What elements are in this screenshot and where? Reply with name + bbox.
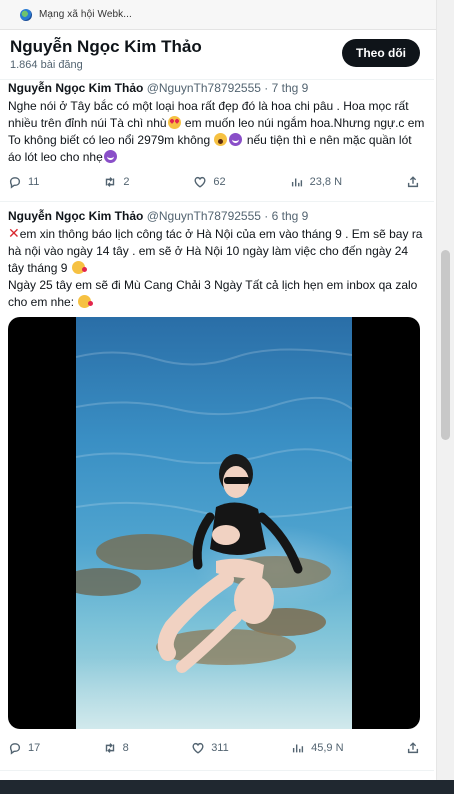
tweet-actions: 11 2 62 23,8 N	[8, 174, 420, 190]
author-name[interactable]: Nguyễn Ngọc Kim Thảo	[8, 209, 143, 223]
author-handle[interactable]: @NguynTh78792555	[147, 209, 261, 223]
separator-dot: ·	[264, 209, 269, 223]
repost-icon	[105, 743, 114, 753]
devil-emoji-icon	[229, 133, 243, 146]
repost-count: 8	[122, 742, 129, 754]
tweet[interactable]: Nguyễn Ngọc Kim Thảo @NguynTh78792555 · …	[0, 80, 434, 166]
repost-count: 2	[123, 176, 130, 188]
like-button[interactable]: 311	[191, 741, 229, 755]
view-count: 45,9 N	[311, 742, 344, 754]
reply-icon	[9, 177, 21, 189]
share-button[interactable]	[406, 175, 420, 189]
like-count: 62	[213, 176, 226, 188]
tweet-text: Nghe nói ở Tây bắc có một loại hoa rất đ…	[8, 98, 426, 166]
scream-emoji-icon	[214, 133, 228, 146]
tweet-date[interactable]: 7 thg 9	[272, 81, 309, 95]
share-icon	[407, 176, 419, 188]
cross-mark-emoji-icon: ✕	[8, 225, 20, 241]
separator-dot: ·	[264, 81, 269, 95]
like-icon	[194, 176, 206, 188]
tweet-text-part: Ngày 25 tây em sẽ đi Mù Cang Chải 3 Ngày…	[8, 278, 418, 309]
author-handle[interactable]: @NguynTh78792555	[147, 81, 261, 95]
scrollbar-thumb[interactable]	[441, 250, 450, 440]
share-button[interactable]	[406, 741, 420, 755]
site-favicon-icon	[20, 8, 32, 21]
tweet-media[interactable]	[8, 317, 420, 729]
repost-icon	[106, 177, 115, 187]
reply-count: 11	[28, 176, 40, 188]
views-button[interactable]: 45,9 N	[291, 741, 344, 755]
tweet-date[interactable]: 6 thg 9	[272, 209, 309, 223]
reply-button[interactable]: 11	[8, 175, 39, 189]
reply-icon	[9, 743, 21, 755]
like-icon	[192, 742, 204, 754]
scrollbar[interactable]	[436, 0, 454, 794]
photo-illustration	[76, 348, 352, 729]
heart-eyes-emoji-icon	[167, 116, 181, 129]
views-icon	[293, 744, 304, 753]
profile-header: Nguyễn Ngọc Kim Thảo 1.864 bài đăng Theo…	[0, 31, 430, 77]
taskbar	[0, 780, 454, 794]
tab-title: Mạng xã hội Webk...	[39, 9, 132, 20]
reply-button[interactable]: 17	[8, 741, 40, 755]
tweet-actions: 17 8 311 45,9 N	[8, 740, 420, 756]
kiss-emoji-icon	[78, 295, 94, 308]
devil-emoji-icon	[103, 150, 117, 163]
browser-tab[interactable]: Mạng xã hội Webk...	[0, 0, 454, 30]
like-count: 311	[211, 742, 229, 754]
repost-button[interactable]: 2	[103, 175, 129, 189]
follow-button[interactable]: Theo dõi	[342, 39, 420, 67]
view-count: 23,8 N	[309, 176, 343, 188]
tweet-text-part: em xin thông báo lịch công tác ở Hà Nội …	[8, 227, 423, 275]
beach-photo[interactable]	[76, 317, 352, 729]
reply-count: 17	[28, 742, 41, 754]
share-icon	[407, 742, 419, 754]
repost-button[interactable]: 8	[103, 741, 129, 755]
views-icon	[291, 178, 302, 187]
divider	[0, 770, 434, 771]
tweet[interactable]: Nguyễn Ngọc Kim Thảo @NguynTh78792555 · …	[0, 208, 434, 311]
like-button[interactable]: 62	[193, 175, 226, 189]
kiss-emoji-icon	[71, 261, 87, 274]
tweet-header: Nguyễn Ngọc Kim Thảo @NguynTh78792555 · …	[8, 208, 426, 224]
views-button[interactable]: 23,8 N	[290, 175, 342, 189]
tweet-header: Nguyễn Ngọc Kim Thảo @NguynTh78792555 · …	[8, 80, 426, 96]
tweet-text: ✕em xin thông báo lịch công tác ở Hà Nội…	[8, 226, 426, 311]
author-name[interactable]: Nguyễn Ngọc Kim Thảo	[8, 81, 143, 95]
divider	[0, 201, 434, 202]
